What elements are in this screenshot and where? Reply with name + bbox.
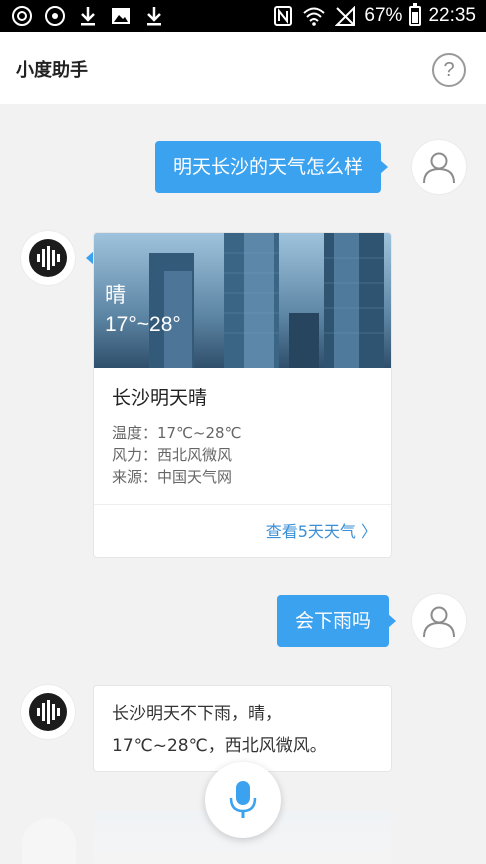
weather-wind: 风力：西北风微风	[112, 446, 233, 464]
status-bar: 67% 22:35	[0, 0, 486, 32]
weather-condition: 晴	[105, 283, 126, 307]
user-avatar	[412, 594, 466, 648]
user-message-bubble: 会下雨吗	[277, 595, 397, 647]
battery-fill	[412, 12, 419, 23]
wifi-icon	[302, 5, 326, 27]
battery-icon	[409, 3, 422, 26]
microphone-icon	[229, 781, 257, 818]
image-icon	[109, 5, 133, 27]
app-notification-icon	[10, 5, 34, 27]
five-day-weather-link[interactable]: 查看5天天气 〉	[266, 518, 377, 542]
assistant-avatar	[21, 685, 75, 739]
user-message-bubble: 明天长沙的天气怎么样	[155, 141, 389, 193]
card-divider	[94, 504, 391, 505]
clock: 22:35	[428, 5, 476, 26]
assistant-reply-line: 17℃~28℃，西北风微风。	[112, 736, 327, 756]
voice-input-button[interactable]	[205, 762, 281, 838]
weather-temperature: 温度：17℃~28℃	[112, 424, 242, 442]
weather-temp-range: 17°~28°	[105, 313, 181, 336]
assistant-avatar	[21, 231, 75, 285]
assistant-reply-line: 长沙明天不下雨，晴，	[112, 704, 282, 724]
city-skyline-image	[149, 233, 384, 368]
weather-image: 晴 17°~28°	[94, 233, 391, 368]
user-icon	[423, 152, 455, 184]
battery-percent: 67%	[364, 5, 403, 26]
weather-source: 来源：中国天气网	[112, 468, 233, 486]
page-title: 小度助手	[16, 60, 88, 81]
user-avatar	[412, 140, 466, 194]
flower-notification-icon	[43, 5, 67, 27]
weather-title: 长沙明天晴	[112, 387, 208, 409]
assistant-reply-bubble: 长沙明天不下雨，晴， 17℃~28℃，西北风微风。	[93, 685, 392, 772]
voice-wave-icon	[37, 700, 60, 724]
download-icon	[76, 5, 100, 27]
app-header: 小度助手	[0, 32, 486, 104]
voice-wave-icon	[37, 246, 60, 270]
no-signal-icon	[333, 5, 357, 27]
download-icon	[142, 5, 166, 27]
assistant-avatar-partial	[22, 818, 76, 864]
user-icon	[423, 606, 455, 638]
weather-card[interactable]: 晴 17°~28° 长沙明天晴 温度：17℃~28℃ 风力：西北风微风 来源：中…	[93, 232, 392, 558]
help-button[interactable]: ?	[432, 53, 466, 87]
nfc-icon	[271, 5, 295, 27]
